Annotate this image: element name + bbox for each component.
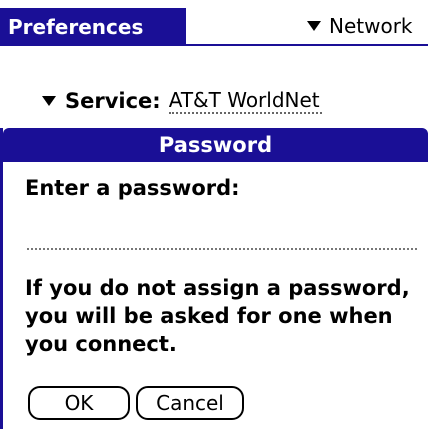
password-message: If you do not assign a password, you wil…	[25, 276, 410, 356]
category-picker[interactable]: Network	[307, 8, 413, 44]
dialog-title: Password	[3, 128, 428, 162]
app-title: Preferences	[0, 8, 186, 46]
ok-button[interactable]: OK	[28, 386, 130, 420]
category-label: Network	[329, 14, 413, 38]
password-field[interactable]	[27, 228, 417, 250]
title-rule	[0, 44, 428, 46]
triangle-down-icon	[307, 21, 321, 31]
service-label: Service:	[65, 89, 161, 113]
triangle-down-icon	[42, 96, 56, 106]
service-picker[interactable]: Service: AT&T WorldNet	[42, 86, 322, 116]
password-dialog: Password Enter a password: If you do not…	[0, 128, 428, 429]
password-prompt: Enter a password:	[25, 176, 240, 200]
service-value[interactable]: AT&T WorldNet	[168, 88, 322, 114]
cancel-button[interactable]: Cancel	[136, 386, 244, 420]
